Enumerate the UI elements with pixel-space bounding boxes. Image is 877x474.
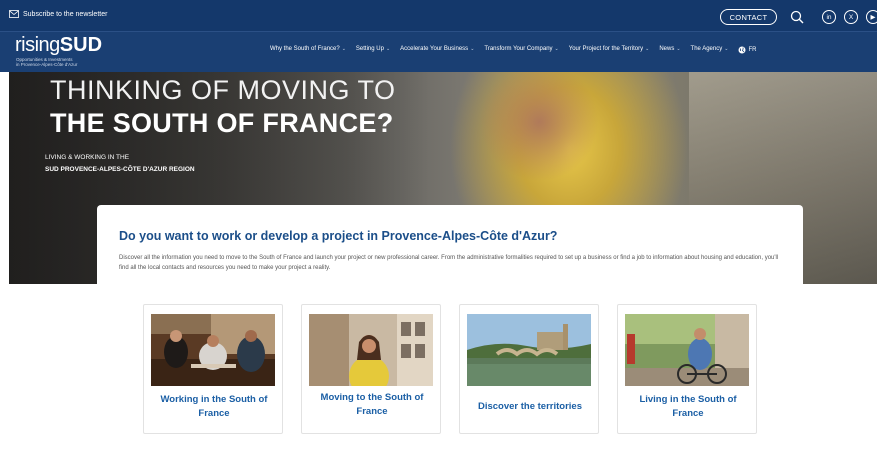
nav-label: Setting Up [355, 46, 384, 52]
intro-description: Discover all the information you need to… [119, 255, 779, 271]
nav-news[interactable]: News ⌄ [659, 46, 680, 54]
hero-heading-line1: THINKING OF MOVING TO [50, 75, 396, 105]
nav-why-south-of-france[interactable]: Why the South of France? ⌄ [270, 46, 346, 54]
tile-image-working [151, 314, 275, 386]
main-menu: Why the South of France? ⌄ Setting Up ⌄ Ac… [270, 46, 756, 54]
linkedin-icon[interactable]: in [822, 10, 836, 24]
nav-transform-company[interactable]: Transform Your Company ⌄ [484, 46, 558, 54]
nav-setting-up[interactable]: Setting Up ⌄ [356, 46, 390, 54]
tile-living[interactable]: Living in the South of France [617, 304, 757, 434]
chevron-down-icon: ⌄ [341, 46, 346, 52]
chevron-down-icon: ⌄ [470, 46, 475, 52]
tile-label-territories: Discover the territories [477, 401, 582, 412]
logo-light-part: rising [15, 34, 60, 56]
intro-card: Do you want to work or develop a project… [97, 205, 803, 474]
nav-label: The Agency [690, 46, 723, 52]
photo-coworking [151, 314, 275, 386]
nav-accelerate-business[interactable]: Accelerate Your Business ⌄ [400, 46, 474, 54]
nav-label: Transform Your Company [484, 46, 553, 52]
nav-label: Your Project for the Territory [568, 46, 644, 52]
logo-tagline: Opportunities & Investments in Provence-… [16, 57, 106, 67]
tile-image-territories [467, 314, 591, 386]
globe-icon [738, 46, 746, 54]
language-switcher[interactable]: FR [738, 46, 756, 54]
nav-your-project[interactable]: Your Project for the Territory ⌄ [569, 46, 650, 54]
logo-wordmark: risingSUD [15, 34, 102, 57]
logo-tagline-2: in Provence-Alpes-Côte d'Azur [16, 62, 78, 67]
hero-subheading-line1: LIVING & WORKING IN THE [45, 154, 130, 161]
chevron-down-icon: ⌄ [554, 46, 559, 52]
x-twitter-icon[interactable]: X [844, 10, 858, 24]
chevron-down-icon: ⌄ [676, 46, 681, 52]
photo-man-bicycle [625, 314, 749, 386]
chevron-down-icon: ⌄ [724, 46, 729, 52]
photo-woman-city [309, 314, 433, 386]
tile-label-moving: Moving to the South of France [320, 392, 424, 417]
tile-image-moving [309, 314, 433, 386]
top-bar: Subscribe to the newsletter CONTACT in X… [0, 0, 877, 31]
intro-title: Do you want to work or develop a project… [119, 229, 558, 243]
search-icon[interactable] [790, 10, 804, 24]
nav-label: News [659, 46, 675, 52]
newsletter-link[interactable]: Subscribe to the newsletter [9, 10, 107, 18]
hero-subheading-line2: SUD PROVENCE-ALPES-CÔTE D'AZUR REGION [45, 166, 195, 173]
youtube-icon[interactable]: ▶ [866, 10, 877, 24]
tile-moving[interactable]: Moving to the South of France [301, 304, 441, 434]
photo-avignon-bridge [467, 314, 591, 386]
nav-label: Accelerate Your Business [400, 46, 469, 52]
chevron-down-icon: ⌄ [385, 46, 391, 52]
hero-heading-line2: THE SOUTH OF FRANCE? [50, 108, 394, 138]
tile-label-living: Living in the South of France [639, 394, 737, 419]
chevron-down-icon: ⌄ [645, 46, 650, 52]
hero-photo-face [479, 72, 599, 182]
tile-label-working: Working in the South of France [160, 394, 268, 419]
tile-territories[interactable]: Discover the territories [459, 304, 599, 434]
mail-icon [9, 10, 19, 18]
tile-image-living [625, 314, 749, 386]
tile-working[interactable]: Working in the South of France [143, 304, 283, 434]
main-navbar: risingSUD Opportunities & Investments in… [0, 31, 877, 72]
contact-button[interactable]: CONTACT [720, 9, 777, 25]
nav-the-agency[interactable]: The Agency ⌄ [691, 46, 729, 54]
logo-bold-part: SUD [59, 34, 103, 56]
newsletter-label: Subscribe to the newsletter [23, 10, 108, 18]
language-label: FR [748, 47, 757, 53]
nav-label: Why the South of France? [270, 46, 340, 52]
